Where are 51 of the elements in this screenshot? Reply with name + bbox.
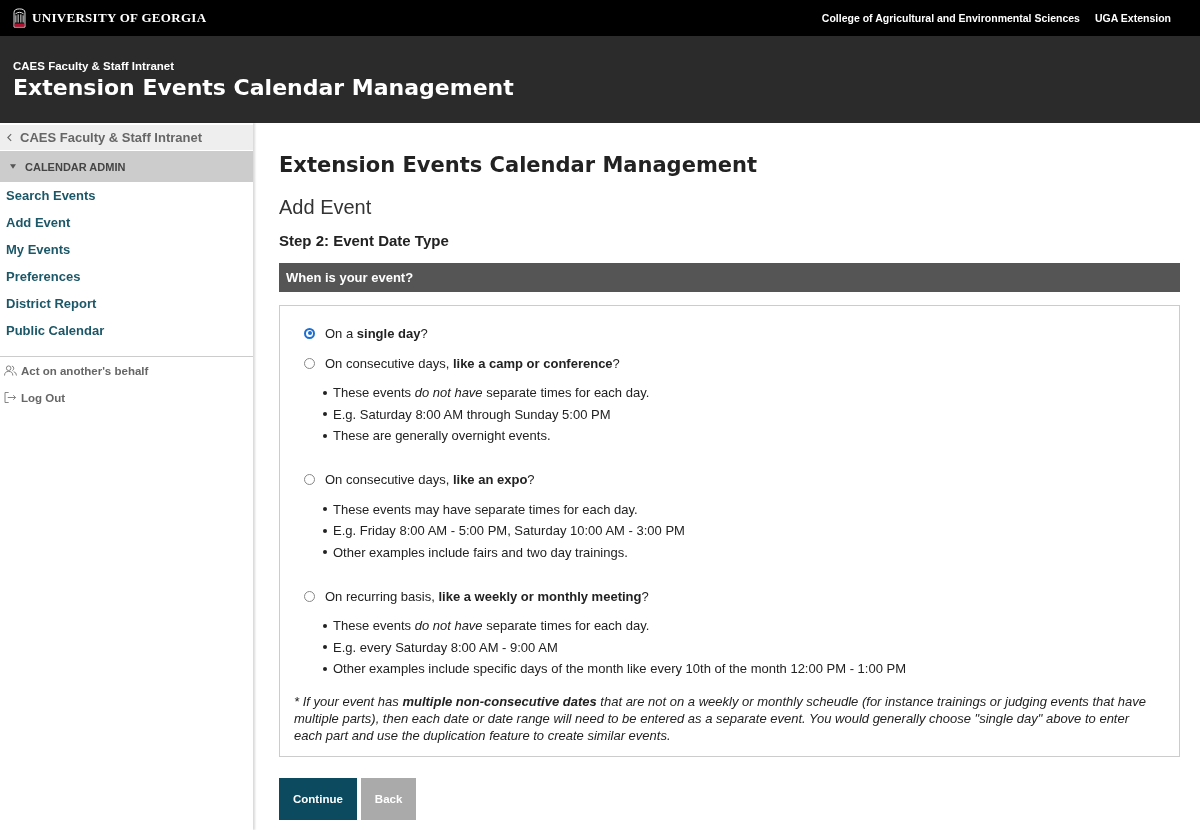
page-subtitle: Add Event	[279, 195, 373, 219]
question-text: When is your event?	[286, 270, 414, 285]
bullet-icon	[323, 623, 327, 628]
back-link[interactable]: CAES Faculty & Staff Intranet	[0, 125, 253, 150]
bullet-text: Other examples include fairs and two day trainings.	[333, 544, 628, 560]
bullet-icon	[323, 550, 327, 555]
arch-logo-icon	[13, 8, 26, 28]
bullet-icon	[323, 412, 327, 417]
bullet-icon	[323, 433, 327, 438]
university-name[interactable]: UNIVERSITY OF GEORGIA	[32, 10, 207, 26]
bullet-text: These events do not have separate times for each day.	[333, 385, 650, 401]
sidebar-link[interactable]: Search Events	[0, 182, 96, 209]
logout-icon	[4, 392, 17, 403]
people-icon	[4, 365, 17, 376]
radio-button[interactable]	[304, 590, 315, 602]
section-header[interactable]: CALENDAR ADMIN	[0, 151, 253, 182]
page-title: Extension Events Calendar Management	[279, 152, 758, 179]
bullet-text: E.g. every Saturday 8:00 AM - 9:00 AM	[333, 639, 558, 655]
top-nav-link[interactable]: College of Agricultural and Environmental Sciences	[821, 12, 1080, 24]
sidebar-link[interactable]: Add Event	[0, 209, 71, 236]
bullet-text: E.g. Saturday 8:00 AM through Sunday 5:00 PM	[333, 406, 611, 422]
bullet-text: These are generally overnight events.	[333, 428, 551, 444]
bullet-icon	[323, 645, 327, 650]
option-label[interactable]: On a single day?	[325, 325, 428, 341]
sidebar-link[interactable]: District Report	[0, 290, 97, 317]
footnote: * If your event has multiple non-consecutive dates that are not on a weekly or monthly scheudle (for instance trainings or judging events that have multiple parts), then each date or date range will need to be entered as a separate event. You would generally choose "single day" above to enter each part and use the duplication feature to create similar events.	[294, 692, 1147, 744]
bullet-text: These events do not have separate times for each day.	[333, 618, 650, 634]
top-nav-link[interactable]: UGA Extension	[1094, 12, 1171, 24]
step-heading: Step 2: Event Date Type	[279, 231, 450, 251]
option-label[interactable]: On consecutive days, like a camp or conference?	[325, 355, 620, 371]
option-label[interactable]: On consecutive days, like an expo?	[325, 472, 535, 487]
option-label[interactable]: On recurring basis, like a weekly or monthly meeting?	[325, 588, 649, 604]
site-subtitle[interactable]: CAES Faculty & Staff Intranet	[13, 59, 1187, 73]
sidebar-link[interactable]: My Events	[0, 236, 71, 263]
sidebar-link[interactable]: Preferences	[0, 263, 81, 290]
chevron-left-icon	[7, 133, 12, 142]
bullet-text: These events may have separate times for each day.	[333, 501, 638, 517]
radio-button[interactable]	[304, 357, 315, 369]
bullet-icon	[323, 666, 327, 671]
account-link[interactable]: Log Out	[0, 384, 66, 411]
continue-button[interactable]: Continue	[279, 777, 357, 820]
bullet-icon	[323, 390, 327, 395]
radio-button[interactable]	[304, 474, 315, 485]
account-link[interactable]: Act on another's behalf	[0, 357, 149, 384]
bullet-icon	[323, 507, 327, 512]
bullet-text: Other examples include specific days of the month like every 10th of the month 12:00 PM - 1:00 PM	[333, 661, 906, 677]
site-title[interactable]: Extension Events Calendar Management	[13, 73, 1187, 103]
bullet-icon	[323, 528, 327, 533]
sidebar-link[interactable]: Public Calendar	[0, 317, 105, 344]
radio-button[interactable]	[304, 327, 315, 339]
bullet-text: E.g. Friday 8:00 AM - 5:00 PM, Saturday 10:00 AM - 3:00 PM	[333, 523, 685, 539]
